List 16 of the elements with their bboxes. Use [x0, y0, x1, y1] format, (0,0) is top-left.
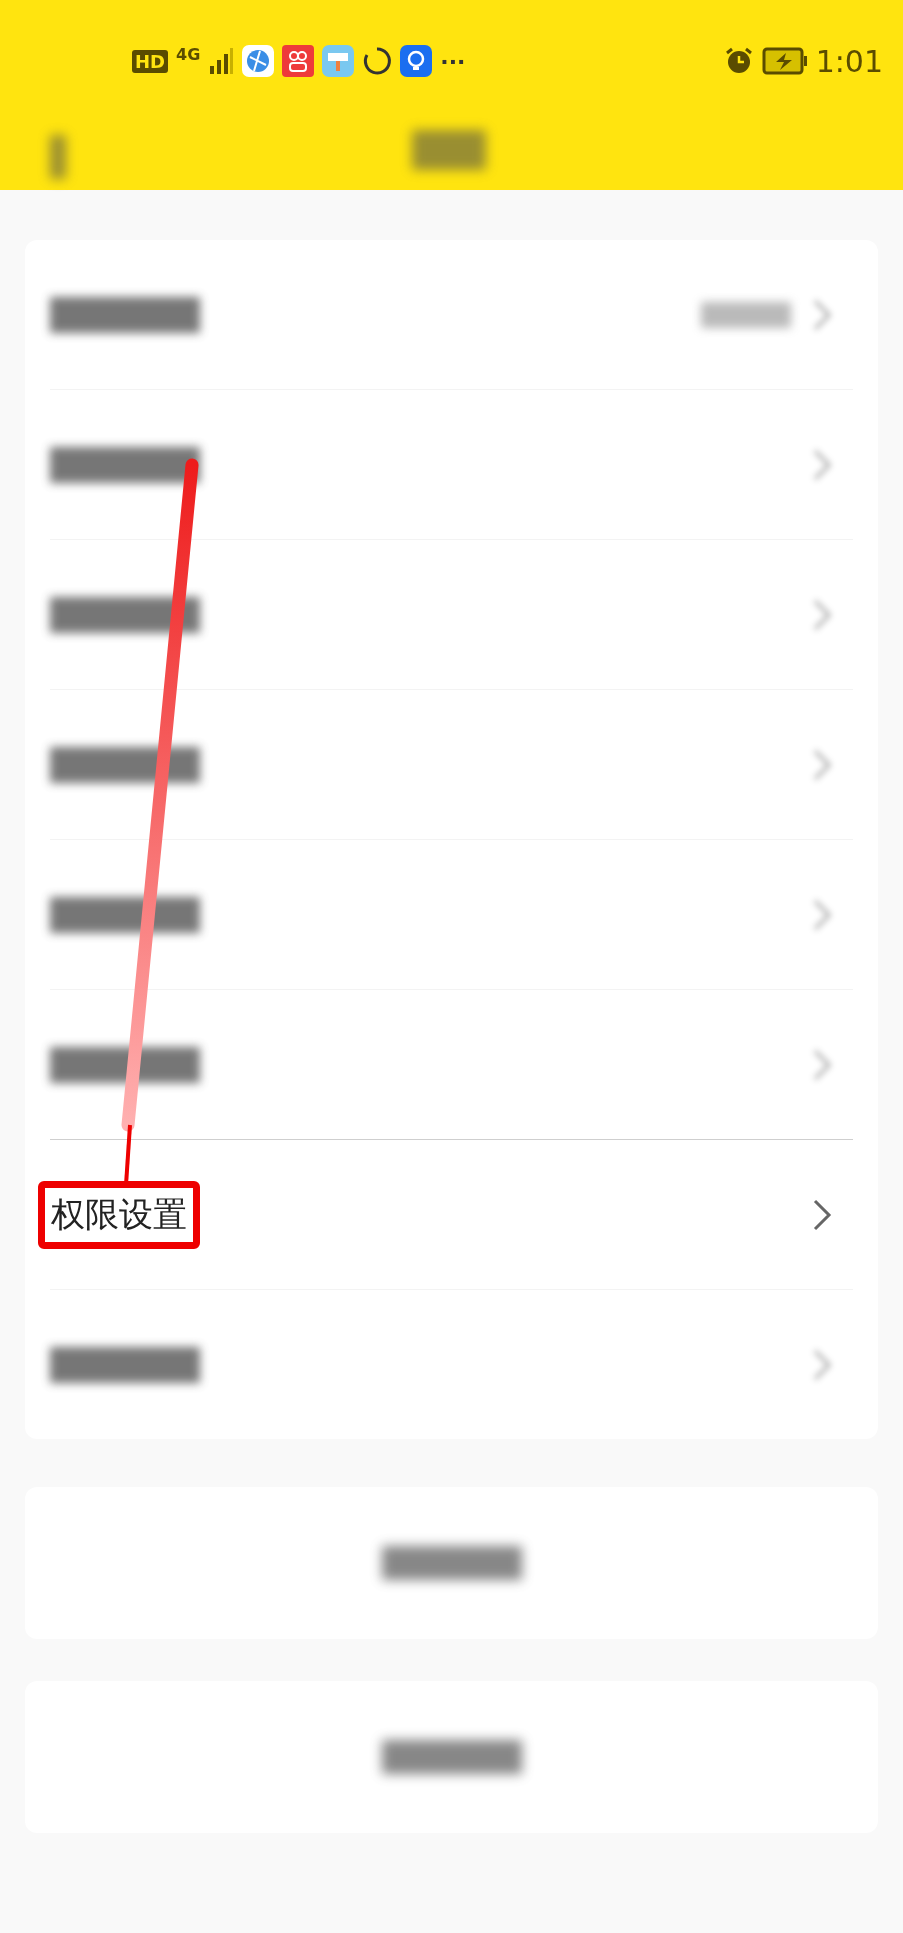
- alarm-icon: [723, 46, 754, 76]
- blurred-back-button[interactable]: [50, 135, 66, 179]
- app-icon: [282, 45, 315, 77]
- blurred-button[interactable]: [25, 1681, 878, 1833]
- brush-icon: [322, 45, 355, 77]
- loading-icon: [362, 46, 393, 76]
- battery-charging-icon: [761, 46, 808, 76]
- blurred-button[interactable]: [25, 1487, 878, 1639]
- more-notifications: ···: [440, 48, 466, 74]
- bulb-icon: [400, 45, 433, 77]
- menu-item-label[interactable]: 权限设置: [38, 1180, 200, 1249]
- signal-icon: [208, 46, 235, 76]
- network-type: 4G: [176, 44, 201, 64]
- hd-indicator: HD: [132, 49, 168, 73]
- clock-time: 1:01: [815, 43, 883, 79]
- globe-icon: [242, 45, 275, 77]
